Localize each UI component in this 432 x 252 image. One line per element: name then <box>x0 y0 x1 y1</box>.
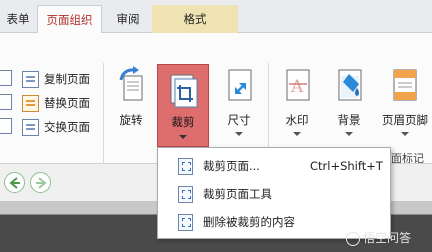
background-icon <box>338 69 362 101</box>
menu-item-label: 裁剪页面... <box>203 159 260 173</box>
copy-page-label: 复制页面 <box>44 72 90 86</box>
arrow-left-icon <box>9 177 20 189</box>
replace-page-icon <box>22 95 39 112</box>
ribbon-divider <box>103 63 104 175</box>
forward-button[interactable] <box>30 172 51 193</box>
crop-dropdown-menu: 裁剪页面... Ctrl+Shift+T 裁剪页面工具 删除被裁剪的内容 <box>157 147 391 239</box>
rotate-icon <box>119 66 143 101</box>
size-dropdown-caret <box>235 132 243 136</box>
extract-page-icon[interactable] <box>0 94 12 110</box>
menu-item-shortcut: Ctrl+Shift+T <box>310 159 383 173</box>
watermark-dropdown-caret <box>293 132 301 136</box>
background-dropdown-caret <box>345 132 353 136</box>
crop-icon <box>170 74 198 108</box>
menu-item-label: 删除被裁剪的内容 <box>203 215 295 229</box>
tab-forms[interactable]: 表单 <box>0 5 36 33</box>
tab-format[interactable]: 格式 <box>152 5 238 33</box>
insert-page-icon[interactable] <box>0 70 12 86</box>
watermark-overlay: 悟空问答 <box>346 228 430 248</box>
crop-button[interactable]: 裁剪 <box>157 64 209 147</box>
watermark-label: 水印 <box>285 113 309 127</box>
svg-text:A: A <box>290 77 304 97</box>
rotate-label: 旋转 <box>119 113 143 127</box>
tab-review[interactable]: 审阅 <box>104 5 152 33</box>
size-label: 尺寸 <box>227 113 251 127</box>
crop-tool-icon <box>178 186 193 203</box>
resize-icon <box>228 69 252 101</box>
ribbon-tab-bar: 表单 页面组织 审阅 格式 <box>0 0 432 34</box>
menu-item-crop-tool[interactable]: 裁剪页面工具 <box>158 181 390 207</box>
replace-page-label: 替换页面 <box>44 96 90 110</box>
header-footer-icon <box>393 69 417 101</box>
delete-page-icon[interactable] <box>0 118 12 134</box>
logo-icon <box>346 231 360 246</box>
delete-cropped-icon <box>178 214 193 231</box>
copy-page-icon <box>22 71 39 88</box>
menu-item-crop-page[interactable]: 裁剪页面... Ctrl+Shift+T <box>158 153 390 179</box>
swap-page-label: 交换页面 <box>44 120 90 134</box>
rotate-button[interactable]: 旋转 <box>109 62 153 162</box>
back-button[interactable] <box>4 172 25 193</box>
watermark-text: 悟空问答 <box>363 231 412 245</box>
crop-label: 裁剪 <box>171 115 195 129</box>
watermark-icon: A <box>286 69 310 101</box>
header-footer-label: 页眉页脚 <box>382 113 428 127</box>
crop-page-icon <box>178 158 193 175</box>
swap-page-icon <box>22 119 39 136</box>
crop-dropdown-caret <box>179 135 187 139</box>
background-label: 背景 <box>337 113 361 127</box>
menu-item-label: 裁剪页面工具 <box>203 187 272 201</box>
arrow-right-icon <box>36 177 47 189</box>
header-footer-dropdown-caret <box>401 132 409 136</box>
tab-page-organize[interactable]: 页面组织 <box>37 5 102 34</box>
